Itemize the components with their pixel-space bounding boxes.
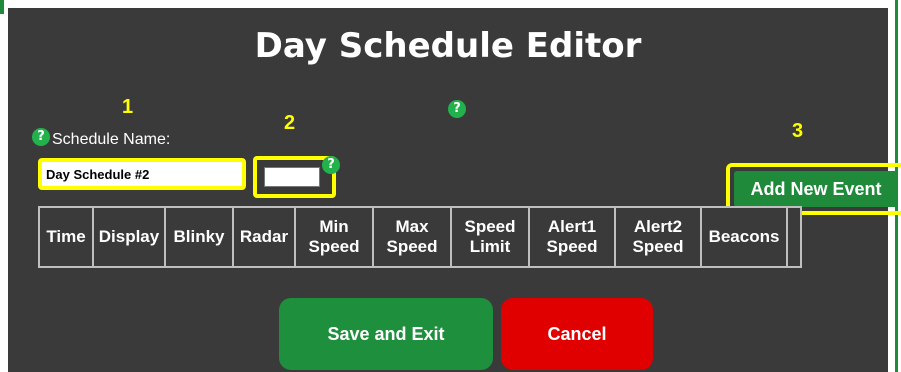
schedule-name-label: Schedule Name:: [52, 131, 171, 148]
header-blinky[interactable]: Blinky: [164, 206, 234, 268]
add-new-event-button[interactable]: Add New Event: [734, 171, 898, 207]
header-end-column: [786, 206, 802, 268]
window-top-border: [0, 0, 901, 8]
schedule-number-help-icon[interactable]: ?: [322, 156, 340, 174]
events-table: Time Display Blinky Radar Min Speed Max …: [38, 206, 802, 268]
schedule-number-input[interactable]: [264, 167, 320, 187]
save-and-exit-button[interactable]: Save and Exit: [279, 298, 493, 370]
annotation-2: 2: [284, 112, 296, 134]
header-display[interactable]: Display: [92, 206, 166, 268]
header-alert1-speed[interactable]: Alert1 Speed: [528, 206, 616, 268]
header-radar[interactable]: Radar: [232, 206, 296, 268]
schedule-name-input[interactable]: [38, 158, 246, 190]
annotation-1: 1: [122, 96, 134, 118]
header-speed-limit[interactable]: Speed Limit: [450, 206, 530, 268]
header-beacons[interactable]: Beacons: [700, 206, 788, 268]
header-max-speed[interactable]: Max Speed: [372, 206, 452, 268]
header-min-speed[interactable]: Min Speed: [294, 206, 374, 268]
annotation-3: 3: [792, 120, 804, 142]
header-time[interactable]: Time: [38, 206, 94, 268]
page-title: Day Schedule Editor: [254, 26, 642, 66]
cancel-button[interactable]: Cancel: [501, 298, 653, 370]
window-left-accent: [0, 0, 4, 14]
schedule-name-help-icon[interactable]: ?: [32, 128, 50, 146]
table-header-row: Time Display Blinky Radar Min Speed Max …: [38, 206, 802, 268]
help-icon[interactable]: ?: [448, 100, 466, 118]
header-alert2-speed[interactable]: Alert2 Speed: [614, 206, 702, 268]
editor-panel: Day Schedule Editor 1 2 3 ? ? Schedule N…: [8, 8, 901, 372]
